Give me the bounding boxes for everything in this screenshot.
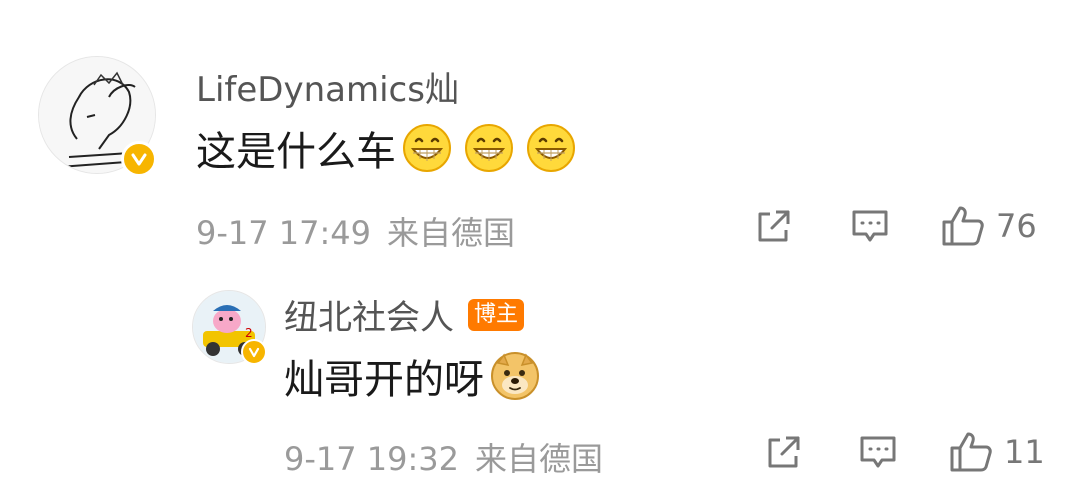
- username[interactable]: LifeDynamics灿: [196, 62, 459, 111]
- comment-text: 这是什么车: [196, 122, 576, 175]
- share-button[interactable]: [764, 432, 804, 472]
- comment-meta: 9-17 19:32 来自德国: [284, 434, 603, 480]
- blogger-badge: 博主: [468, 298, 525, 331]
- reply-item: 2 纽北社会人 博主 灿哥开的呀 9-17 19:32 来自德国 11: [0, 270, 1080, 486]
- comment-text-body: 灿哥开的呀: [284, 357, 484, 403]
- like-count: 76: [996, 207, 1037, 245]
- reply-button[interactable]: [850, 206, 890, 246]
- comment-meta: 9-17 17:49 来自德国: [196, 208, 515, 254]
- comment-time: 9-17 19:32: [284, 440, 460, 478]
- share-icon: [758, 210, 790, 242]
- share-icon: [768, 436, 800, 468]
- comment-text: 灿哥开的呀: [284, 350, 540, 403]
- svg-text:2: 2: [245, 326, 253, 340]
- doge-emoji-icon: [491, 352, 539, 400]
- avatar[interactable]: [38, 56, 157, 177]
- avatar[interactable]: 2: [192, 290, 267, 365]
- share-button[interactable]: [754, 206, 794, 246]
- grin-emoji-icon: [403, 124, 451, 172]
- username-text[interactable]: 纽北社会人: [284, 290, 454, 339]
- grin-emoji-icon: [465, 124, 513, 172]
- like-button[interactable]: 11: [948, 430, 1045, 474]
- comment-icon: [860, 436, 896, 468]
- thumbs-up-icon: [942, 206, 984, 246]
- username-text[interactable]: LifeDynamics灿: [196, 62, 459, 111]
- comment-text-body: 这是什么车: [196, 129, 396, 175]
- comment-time: 9-17 17:49: [196, 214, 372, 252]
- comment-source: 来自德国: [475, 440, 604, 478]
- like-button[interactable]: 76: [940, 204, 1037, 248]
- comment-item: LifeDynamics灿 这是什么车 9-17 17:49 来自德国 76: [0, 0, 1080, 270]
- like-count: 11: [1004, 433, 1045, 471]
- username[interactable]: 纽北社会人 博主: [284, 290, 525, 339]
- comment-icon: [852, 210, 888, 242]
- verified-badge-icon: [121, 141, 157, 177]
- verified-badge-icon: [241, 339, 267, 365]
- thumbs-up-icon: [950, 432, 992, 472]
- grin-emoji-icon: [527, 124, 575, 172]
- reply-button[interactable]: [858, 432, 898, 472]
- comment-source: 来自德国: [387, 214, 516, 252]
